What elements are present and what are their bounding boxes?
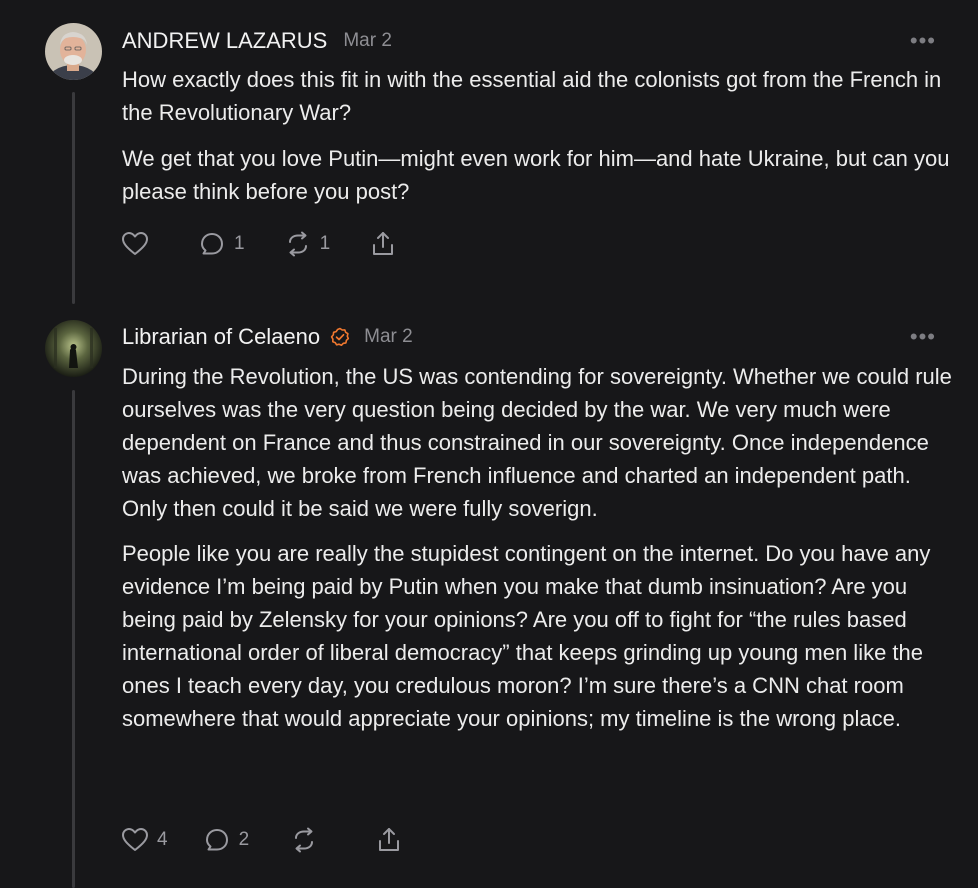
- comment-body: During the Revolution, the US was conten…: [122, 360, 952, 735]
- restack-icon: [288, 231, 307, 257]
- comment-date[interactable]: Mar 2: [343, 30, 392, 52]
- author-name[interactable]: ANDREW LAZARUS: [122, 28, 327, 54]
- like-button[interactable]: 4: [120, 825, 168, 855]
- thread-line: [72, 92, 75, 304]
- more-options-icon[interactable]: •••: [910, 30, 936, 52]
- comment-body: How exactly does this fit in with the es…: [122, 63, 952, 208]
- like-button[interactable]: [120, 229, 157, 259]
- comment-paragraph: We get that you love Putin—might even wo…: [122, 146, 950, 204]
- restack-button[interactable]: [289, 825, 326, 855]
- more-options-icon[interactable]: •••: [910, 326, 936, 348]
- like-count: 4: [157, 829, 168, 850]
- share-icon: [373, 232, 394, 255]
- restack-button[interactable]: 1: [283, 229, 331, 259]
- comment-actions: 4 2: [120, 825, 444, 855]
- reply-count: 2: [238, 829, 250, 850]
- share-button[interactable]: [374, 825, 404, 855]
- avatar[interactable]: [45, 23, 102, 80]
- heart-icon: [122, 828, 148, 851]
- thread-line: [72, 390, 75, 888]
- share-icon: [379, 828, 400, 851]
- comment-actions: 1 1: [120, 229, 438, 259]
- avatar[interactable]: [45, 320, 102, 377]
- reply-button[interactable]: 1: [197, 229, 245, 259]
- comment-icon: [201, 233, 223, 255]
- share-button[interactable]: [368, 229, 398, 259]
- reply-button[interactable]: 2: [202, 825, 250, 855]
- comment-paragraph: How exactly does this fit in with the es…: [122, 67, 942, 125]
- restack-icon: [295, 827, 314, 853]
- restack-count: 1: [319, 233, 331, 254]
- heart-icon: [122, 232, 148, 255]
- comment-header: Librarian of Celaeno Mar 2: [122, 324, 413, 350]
- comment-paragraph: People like you are really the stupidest…: [122, 541, 931, 731]
- reply-count: 1: [234, 233, 245, 254]
- avatar-andrew-lazarus: [45, 23, 102, 80]
- author-name[interactable]: Librarian of Celaeno: [122, 324, 320, 350]
- comment-date[interactable]: Mar 2: [364, 326, 413, 348]
- comment-icon: [205, 829, 228, 851]
- comment-paragraph: During the Revolution, the US was conten…: [122, 364, 952, 521]
- verified-badge-icon: [330, 327, 350, 346]
- comment-header: ANDREW LAZARUS Mar 2: [122, 28, 392, 54]
- avatar-librarian-of-celaeno: [45, 320, 102, 377]
